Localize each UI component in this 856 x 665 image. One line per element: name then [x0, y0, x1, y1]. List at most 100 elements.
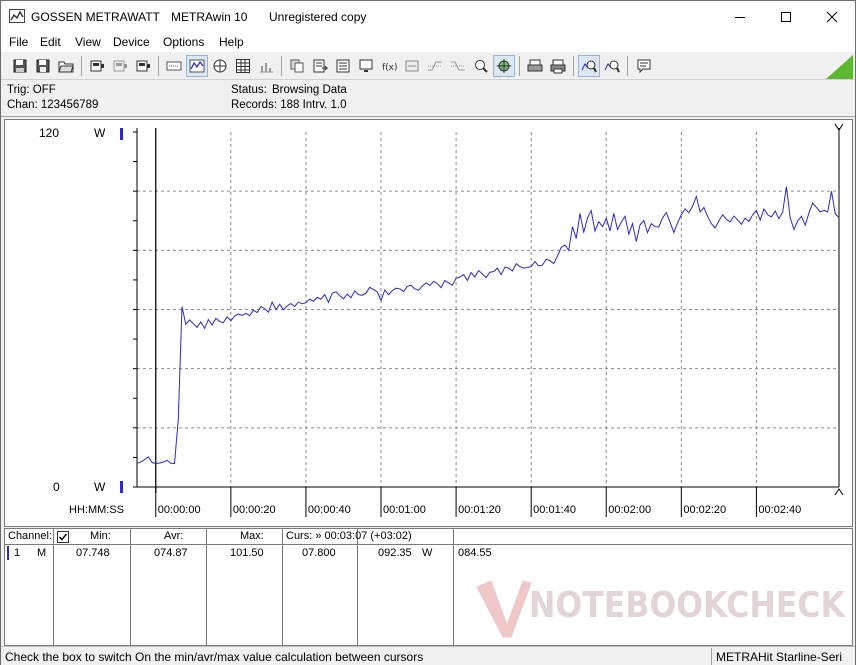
x-tick-label: 00:01:20 — [458, 504, 501, 516]
monitor-button[interactable] — [355, 55, 377, 77]
cursor-marker-top — [834, 123, 844, 131]
floppy-save-icon — [36, 59, 50, 73]
folder-button[interactable] — [55, 55, 77, 77]
x-tick-label: 00:01:40 — [533, 504, 576, 516]
close-icon — [826, 11, 838, 22]
formula-icon: f(x) — [382, 63, 397, 73]
watermark-text: NOTEBOOKCHECK — [529, 585, 846, 626]
trigger-button[interactable] — [401, 55, 423, 77]
channel-header: Channel: — [8, 530, 53, 542]
row-cursor2-value: 092.35 — [378, 547, 412, 559]
svg-text:f(x): f(x) — [382, 63, 397, 73]
copy-button[interactable] — [286, 55, 308, 77]
scope-icon — [213, 59, 227, 73]
min-max-checkbox[interactable] — [57, 531, 69, 543]
menu-file[interactable]: File — [9, 35, 28, 49]
trigger-status: Trig: OFF — [7, 84, 56, 96]
wave-rise-icon — [428, 61, 442, 71]
bar-view-button[interactable] — [255, 55, 277, 77]
title-license: Unregistered copy — [269, 10, 367, 24]
device-settings-icon — [136, 60, 150, 72]
table-icon — [236, 59, 250, 73]
x-tick-label: 00:02:00 — [608, 504, 651, 516]
line-chart-view-button[interactable] — [186, 55, 208, 77]
row-unit-code: M — [37, 547, 47, 559]
status-divider — [711, 648, 712, 665]
maximize-button[interactable] — [763, 1, 809, 32]
zoom-fit-button[interactable] — [470, 55, 492, 77]
wave-fall-icon — [451, 61, 465, 71]
y-unit-bottom: W — [94, 480, 106, 494]
row-avr-value: 074.87 — [154, 547, 188, 559]
close-button[interactable] — [809, 1, 855, 32]
device-settings-button[interactable] — [132, 55, 154, 77]
title-brand: GOSSEN METRAWATT — [31, 10, 160, 24]
floppy-open-icon — [13, 59, 27, 73]
row-max-value: 101.50 — [230, 547, 264, 559]
printer-icon — [550, 59, 566, 74]
device-read-icon — [113, 60, 127, 72]
device-read-button[interactable] — [109, 55, 131, 77]
scope-view-button[interactable] — [209, 55, 231, 77]
export-button[interactable] — [309, 55, 331, 77]
cursor-marker-bottom — [834, 488, 844, 496]
formula-button[interactable]: f(x) — [378, 55, 400, 77]
minimize-button[interactable] — [717, 1, 763, 32]
cursor-icon — [497, 59, 511, 73]
device-icon — [90, 60, 104, 72]
connection-status-icon — [826, 55, 853, 79]
min-header: Min: — [90, 530, 111, 542]
menu-edit[interactable]: Edit — [40, 35, 61, 49]
y-max-label: 120 — [39, 126, 59, 140]
channel-color-marker — [7, 546, 9, 560]
x-tick-label: 00:00:40 — [308, 504, 351, 516]
chart-area[interactable]: 00:00:00 00:00:20 00:00:40 00:01:00 00:01:20… — [4, 119, 853, 527]
save-button[interactable] — [32, 55, 54, 77]
menu-options[interactable]: Options — [163, 35, 204, 49]
maximize-icon — [781, 11, 791, 22]
device-button[interactable] — [86, 55, 108, 77]
list-button[interactable] — [332, 55, 354, 77]
channel-scale-marker-bottom — [120, 481, 123, 493]
menu-view[interactable]: View — [75, 35, 101, 49]
print-button[interactable] — [547, 55, 569, 77]
row-cursor-unit: W — [422, 547, 433, 559]
trigger-icon — [405, 60, 419, 72]
wave-rise-button[interactable] — [424, 55, 446, 77]
cursor-header: Curs: » 00:03:07 (+03:02) — [286, 530, 412, 542]
info-panel: Trig: OFF Chan: 123456789 Status: Browsi… — [1, 81, 855, 117]
zoom-fit-icon — [475, 60, 488, 73]
menu-help[interactable]: Help — [219, 35, 244, 49]
numeric-view-button[interactable] — [163, 55, 185, 77]
status-label: Status: — [231, 84, 267, 96]
comment-button[interactable] — [633, 55, 655, 77]
records-info: Records: 188 Intrv. 1.0 — [231, 99, 347, 111]
menu-device[interactable]: Device — [113, 35, 150, 49]
toolbar-separator — [81, 56, 82, 76]
status-device: METRAHit Starline-Seri — [716, 650, 843, 664]
table-view-button[interactable] — [232, 55, 254, 77]
channel-list: Chan: 123456789 — [7, 99, 99, 111]
menu-bar: File Edit View Device Options Help — [1, 32, 855, 52]
y-min-label: 0 — [53, 480, 60, 494]
toolbar-separator — [519, 56, 520, 76]
max-header: Max: — [240, 530, 264, 542]
toolbar-separator — [573, 56, 574, 76]
zoom-in-button[interactable] — [578, 55, 600, 77]
toolbar-separator — [281, 56, 282, 76]
power-chart[interactable]: 00:00:00 00:00:20 00:00:40 00:01:00 00:01:20… — [5, 120, 852, 526]
zoom-out-button[interactable] — [601, 55, 623, 77]
cursor-button[interactable] — [493, 55, 515, 77]
x-tick-label: 00:00:00 — [158, 504, 201, 516]
comment-icon — [637, 59, 651, 74]
zoom-in-icon — [581, 60, 597, 73]
folder-icon — [58, 61, 74, 73]
wave-fall-button[interactable] — [447, 55, 469, 77]
title-bar[interactable]: GOSSEN METRAWATT METRAwin 10 Unregistere… — [1, 1, 855, 32]
minimize-icon — [735, 16, 745, 18]
numeric-view-icon — [166, 61, 182, 71]
print-preview-button[interactable] — [524, 55, 546, 77]
open-button[interactable] — [9, 55, 31, 77]
line-chart-icon — [189, 59, 205, 73]
stats-col-channel — [5, 529, 54, 645]
